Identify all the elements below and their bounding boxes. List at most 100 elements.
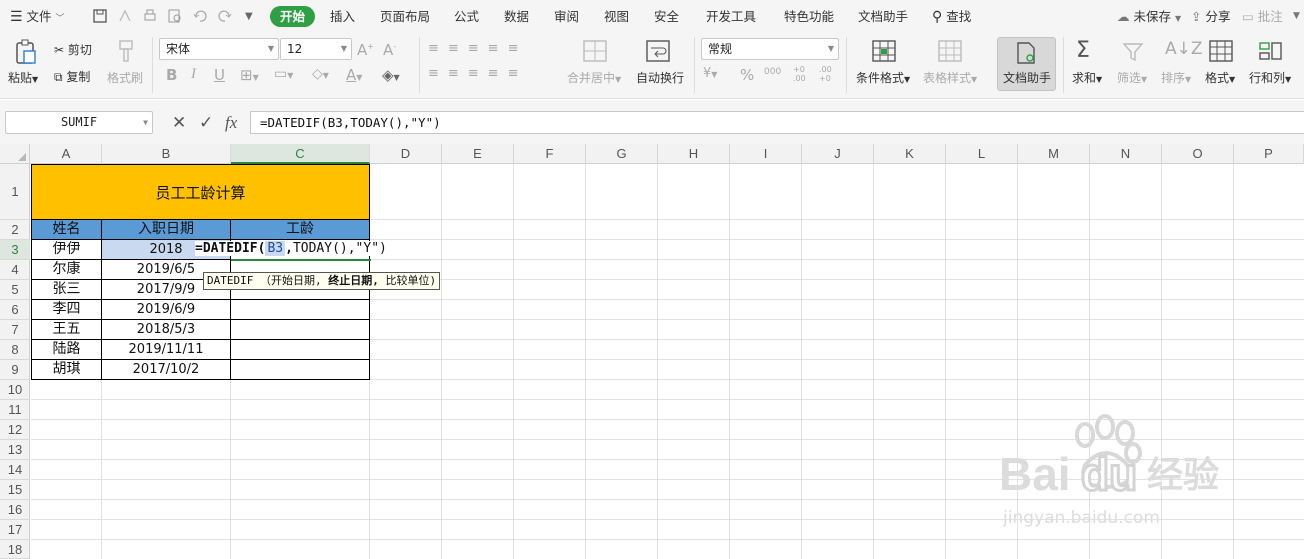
table-style-button[interactable]: 表格样式▼ <box>923 69 977 86</box>
tab-developer[interactable]: 开发工具 <box>706 0 756 33</box>
table-cell-date[interactable]: 2018/5/3 <box>102 320 231 340</box>
table-style-icon[interactable] <box>938 40 962 62</box>
name-box[interactable]: SUMIF ▼ <box>5 111 153 134</box>
column-header[interactable]: O <box>1162 144 1234 164</box>
conditional-format-button[interactable]: 条件格式▼ <box>856 69 910 86</box>
row-header[interactable]: 4 <box>0 260 30 280</box>
merge-center-button[interactable]: 合并居中▼ <box>567 69 621 86</box>
column-header[interactable]: J <box>802 144 874 164</box>
increase-font-icon[interactable]: A+ <box>357 41 374 59</box>
column-header[interactable]: H <box>658 144 730 164</box>
check-icon[interactable]: ✓ <box>199 113 213 133</box>
tab-review[interactable]: 审阅 <box>554 0 579 33</box>
table-cell-seniority[interactable] <box>231 300 370 320</box>
search-menu[interactable]: ⚲ 查找 <box>932 0 971 33</box>
print-icon[interactable] <box>142 8 158 24</box>
underline-icon[interactable]: U <box>214 66 225 84</box>
table-cell-seniority[interactable] <box>231 320 370 340</box>
comment-button[interactable]: ▭ 批注 <box>1242 0 1283 33</box>
paste-button[interactable]: 粘贴▼ <box>8 69 38 86</box>
filter-button[interactable]: 筛选▼ <box>1117 69 1147 86</box>
unsaved-status[interactable]: ☁ 未保存 ▼ <box>1117 0 1181 33</box>
row-header[interactable]: 1 <box>0 164 30 220</box>
bold-icon[interactable]: B <box>166 66 177 84</box>
row-header[interactable]: 16 <box>0 500 30 520</box>
paste-icon[interactable] <box>14 39 38 65</box>
thousands-icon[interactable]: 000 <box>764 67 781 77</box>
table-cell-name[interactable]: 伊伊 <box>31 240 102 260</box>
tab-formulas[interactable]: 公式 <box>454 0 479 33</box>
table-cell-date[interactable]: 2017/10/2 <box>102 360 231 380</box>
tab-security[interactable]: 安全 <box>654 0 679 33</box>
in-cell-formula-editor[interactable]: =DATEDIF(B3 ,TODAY(),"Y") <box>195 241 389 256</box>
sum-button[interactable]: 求和▼ <box>1072 69 1102 86</box>
column-header[interactable]: P <box>1234 144 1304 164</box>
row-header[interactable]: 18 <box>0 540 30 559</box>
table-cell-name[interactable]: 张三 <box>31 280 102 300</box>
row-header[interactable]: 17 <box>0 520 30 540</box>
column-header[interactable]: B <box>102 144 231 164</box>
column-header[interactable]: K <box>874 144 946 164</box>
table-cell-seniority[interactable] <box>231 360 370 380</box>
font-name-select[interactable]: 宋体 ▼ <box>159 38 279 60</box>
tab-home[interactable]: 开始 <box>270 6 316 27</box>
table-cell-name[interactable]: 李四 <box>31 300 102 320</box>
row-header[interactable]: 13 <box>0 440 30 460</box>
rows-cols-icon[interactable] <box>1259 40 1283 62</box>
table-cell-name[interactable]: 尔康 <box>31 260 102 280</box>
sort-button[interactable]: 排序▼ <box>1161 69 1191 86</box>
save-icon[interactable] <box>92 8 108 24</box>
print-preview-icon[interactable] <box>167 8 183 24</box>
currency-icon[interactable]: ¥▼ <box>703 66 717 81</box>
sheet-title-cell[interactable]: 员工工龄计算 <box>31 164 370 220</box>
column-header[interactable]: D <box>370 144 442 164</box>
decrease-decimal-icon[interactable]: .00 +0 <box>819 65 833 83</box>
header-cell-name[interactable]: 姓名 <box>31 220 102 240</box>
merge-center-icon[interactable] <box>583 40 607 62</box>
format-painter-icon[interactable] <box>116 39 136 63</box>
column-header[interactable]: C <box>231 144 370 164</box>
tab-doc-helper[interactable]: 文档助手 <box>858 0 908 33</box>
tab-special-features[interactable]: 特色功能 <box>784 0 834 33</box>
number-format-select[interactable]: 常规 ▼ <box>701 38 839 60</box>
copy-button[interactable]: ⧉ 复制 <box>54 68 90 85</box>
tab-insert[interactable]: 插入 <box>330 0 355 33</box>
wrap-text-button[interactable]: 自动换行 <box>636 69 684 86</box>
fx-icon[interactable]: fx <box>225 113 237 133</box>
row-header[interactable]: 2 <box>0 220 30 240</box>
decrease-font-icon[interactable]: A- <box>383 41 396 59</box>
wrap-text-icon[interactable] <box>646 40 670 62</box>
select-all-corner[interactable] <box>0 144 30 164</box>
more-icon[interactable]: ▼ <box>1293 0 1300 33</box>
rows-cols-button[interactable]: 行和列▼ <box>1249 69 1291 86</box>
format-painter-button[interactable]: 格式刷 <box>107 69 143 86</box>
horizontal-align-icons[interactable]: ≡≡≡≡≡ <box>428 66 527 81</box>
row-header[interactable]: 15 <box>0 480 30 500</box>
tab-view[interactable]: 视图 <box>604 0 629 33</box>
row-header[interactable]: 5 <box>0 280 30 300</box>
row-header[interactable]: 8 <box>0 340 30 360</box>
cut-button[interactable]: ✂ 剪切 <box>54 41 92 58</box>
format-icon[interactable] <box>1209 40 1233 62</box>
sum-icon[interactable]: Σ <box>1076 38 1090 63</box>
export-pdf-icon[interactable] <box>117 8 133 24</box>
italic-icon[interactable]: I <box>191 66 196 83</box>
row-header[interactable]: 10 <box>0 380 30 400</box>
table-cell-seniority[interactable] <box>231 340 370 360</box>
clear-format-icon[interactable]: ◈▼ <box>382 66 400 84</box>
row-header[interactable]: 14 <box>0 460 30 480</box>
cancel-icon[interactable]: ✕ <box>172 113 186 133</box>
table-cell-date[interactable]: 2019/6/9 <box>102 300 231 320</box>
filter-icon[interactable] <box>1122 41 1144 63</box>
file-menu[interactable]: ☰ 文件 ﹀ <box>10 0 65 33</box>
row-header[interactable]: 11 <box>0 400 30 420</box>
redo-icon[interactable] <box>217 8 233 24</box>
increase-decimal-icon[interactable]: +0 .00 <box>793 65 807 83</box>
column-header[interactable]: I <box>730 144 802 164</box>
fill-color-icon[interactable]: ◇▼ <box>312 66 329 82</box>
row-header[interactable]: 9 <box>0 360 30 380</box>
column-header[interactable]: M <box>1018 144 1090 164</box>
quick-access-dropdown-icon[interactable]: ▼ <box>245 0 253 33</box>
header-cell-date[interactable]: 入职日期 <box>102 220 231 240</box>
row-header[interactable]: 7 <box>0 320 30 340</box>
